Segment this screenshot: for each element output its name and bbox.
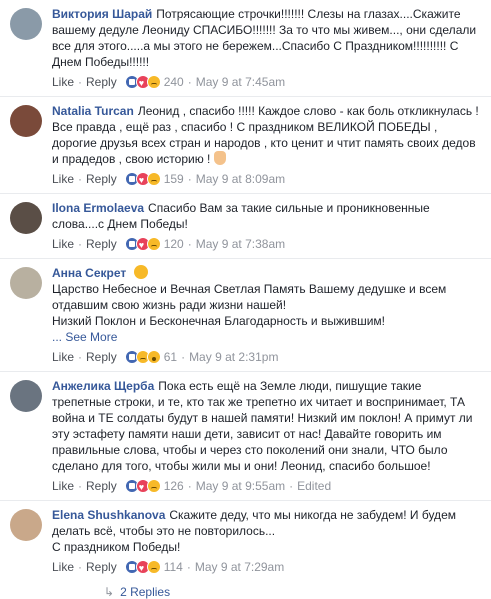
comment-author[interactable]: Ilona Ermolaeva [52, 201, 144, 215]
separator: · [78, 237, 83, 251]
separator: · [78, 350, 83, 364]
avatar[interactable] [10, 105, 42, 137]
separator: · [187, 75, 192, 89]
separator: · [187, 237, 192, 251]
sad-reaction-icon [146, 172, 161, 186]
timestamp[interactable]: May 9 at 8:09am [196, 171, 285, 187]
reactions-summary[interactable] [124, 560, 161, 576]
reaction-count[interactable]: 114 [164, 559, 183, 575]
avatar[interactable] [10, 380, 42, 412]
wow-reaction-icon [146, 350, 161, 364]
comment-text-line: С праздником Победы! [52, 540, 181, 554]
avatar-image [10, 105, 42, 137]
avatar-image [10, 8, 42, 40]
comment-author[interactable]: Elena Shushkanova [52, 508, 165, 522]
comment-text-line: Царство Небесное и Вечная Светлая Память… [52, 282, 447, 312]
reaction-count[interactable]: 126 [164, 478, 184, 494]
reply-link[interactable]: Reply [86, 171, 117, 187]
comment-author[interactable]: Виктория Шарай [52, 7, 152, 21]
avatar[interactable] [10, 8, 42, 40]
edited-link[interactable]: Edited [297, 478, 331, 494]
separator: · [78, 75, 83, 89]
reactions-summary[interactable] [124, 350, 161, 364]
comment-footer: Like · Reply 240 · May 9 at 7:45am [52, 70, 485, 96]
sad-reaction-icon [146, 237, 161, 251]
like-link[interactable]: Like [52, 349, 74, 365]
separator: · [289, 479, 294, 493]
pointing-hand-emoji-icon [213, 151, 226, 165]
avatar-image [10, 380, 42, 412]
avatar[interactable] [10, 267, 42, 299]
like-link[interactable]: Like [52, 236, 74, 252]
reaction-count[interactable]: 61 [164, 349, 177, 365]
separator: · [78, 172, 83, 186]
avatar-image [10, 267, 42, 299]
sad-reaction-icon [146, 479, 161, 493]
separator: · [78, 560, 83, 574]
comment-footer: Like · Reply 159 · May 9 at 8:09am [52, 167, 485, 193]
reply-link[interactable]: Reply [86, 559, 117, 575]
reaction-count[interactable]: 240 [164, 74, 184, 90]
reply-link[interactable]: Reply [86, 349, 117, 365]
like-link[interactable]: Like [52, 171, 74, 187]
comment-text: Пока есть ещё на Земле люди, пишущие так… [52, 379, 473, 473]
comment: Виктория Шарай Потрясающие строчки!!!!!!!… [0, 0, 491, 97]
reactions-summary[interactable] [124, 479, 161, 495]
sad-face-emoji-icon [133, 265, 148, 279]
comment: Natalia Turcan Леонид , спасибо !!!!! Каж… [0, 97, 491, 194]
timestamp[interactable]: May 9 at 2:31pm [189, 349, 278, 365]
separator: · [186, 560, 191, 574]
comment-author[interactable]: Анжелика Щерба [52, 379, 154, 393]
reactions-summary[interactable] [124, 172, 161, 188]
reactions-summary[interactable] [124, 237, 161, 253]
avatar-image [10, 202, 42, 234]
avatar[interactable] [10, 509, 42, 541]
reactions-summary[interactable] [124, 75, 161, 91]
view-replies-link[interactable]: ↳ 2 Replies [52, 581, 485, 599]
like-link[interactable]: Like [52, 478, 74, 494]
like-link[interactable]: Like [52, 559, 74, 575]
reaction-count[interactable]: 159 [164, 171, 184, 187]
reply-link[interactable]: Reply [86, 478, 117, 494]
reply-arrow-icon: ↳ [104, 585, 115, 599]
avatar[interactable] [10, 202, 42, 234]
timestamp[interactable]: May 9 at 7:45am [196, 74, 285, 90]
separator: · [187, 479, 192, 493]
comment-footer: Like · Reply 61 · May 9 at 2:31pm [52, 345, 485, 371]
separator: · [181, 350, 186, 364]
comment-footer: Like · Reply 126 · May 9 at 9:55am · Edi… [52, 474, 485, 500]
timestamp[interactable]: May 9 at 9:55am [196, 478, 285, 494]
separator: · [78, 479, 83, 493]
replies-label: 2 Replies [120, 585, 171, 599]
sad-reaction-icon [146, 560, 161, 574]
sad-reaction-icon [146, 75, 161, 89]
separator: · [187, 172, 192, 186]
reply-link[interactable]: Reply [86, 236, 117, 252]
comment: Elena Shushkanova Скажите деду, что мы ни… [0, 501, 491, 599]
comment-footer: Like · Reply 120 · May 9 at 7:38am [52, 232, 485, 258]
comment-text-line: Низкий Поклон и Бесконечная Благодарност… [52, 314, 385, 328]
comment-author[interactable]: Анна Секрет [52, 266, 126, 280]
reaction-count[interactable]: 120 [164, 236, 184, 252]
like-link[interactable]: Like [52, 74, 74, 90]
comment-author[interactable]: Natalia Turcan [52, 104, 134, 118]
reply-link[interactable]: Reply [86, 74, 117, 90]
timestamp[interactable]: May 9 at 7:29am [195, 559, 284, 575]
comment: Анна Секрет Царство Небесное и Вечная Св… [0, 259, 491, 372]
avatar-image [10, 509, 42, 541]
comment: Анжелика Щерба Пока есть ещё на Земле люд… [0, 372, 491, 501]
see-more-link[interactable]: ... See More [52, 329, 481, 345]
comment: Ilona Ermolaeva Спасибо Вам за такие силь… [0, 194, 491, 259]
comment-footer: Like · Reply 114 · May 9 at 7:29am [52, 555, 485, 581]
timestamp[interactable]: May 9 at 7:38am [196, 236, 285, 252]
comment-feed: Виктория Шарай Потрясающие строчки!!!!!!!… [0, 0, 491, 599]
